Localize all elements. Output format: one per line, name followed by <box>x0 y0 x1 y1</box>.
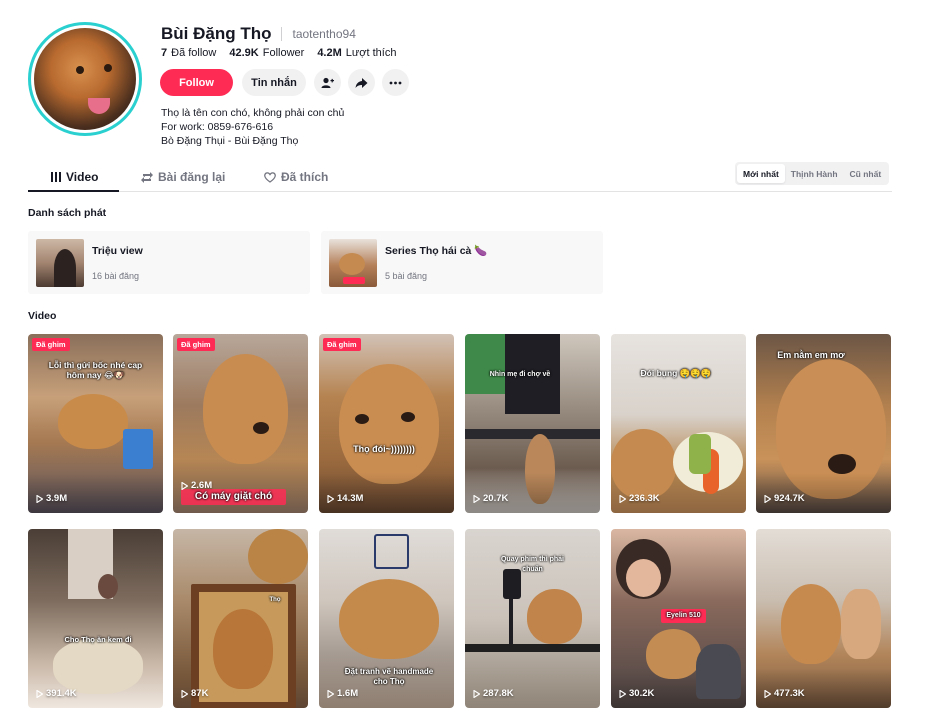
stat-following[interactable]: 7 Đã follow <box>161 47 216 59</box>
heart-outline-icon <box>264 171 276 183</box>
video-caption: Có máy giặt chó <box>194 491 273 502</box>
pinned-badge: Đã ghim <box>177 338 215 351</box>
playlists-heading: Danh sách phát <box>28 207 107 219</box>
video-caption: Nhìn mẹ đi chợ về <box>489 371 551 378</box>
play-icon <box>764 689 771 698</box>
video-card[interactable]: Thọ đói~)))))))) Đã ghim 14.3M <box>319 334 454 513</box>
play-icon <box>473 689 480 698</box>
username: taotentho94 <box>292 27 356 41</box>
playlist-thumbnail <box>36 238 84 287</box>
play-icon <box>36 689 43 698</box>
video-card[interactable]: Nhìn mẹ đi chợ về 20.7K <box>465 334 600 513</box>
view-count: 391.4K <box>36 688 77 699</box>
video-card[interactable]: Đặt tranh vẽ handmade cho Thọ 1.6M <box>319 529 454 708</box>
sort-oldest[interactable]: Cũ nhất <box>844 164 888 183</box>
bio-line: Thọ là tên con chó, không phải con chủ <box>161 107 345 119</box>
view-count: 287.8K <box>473 688 514 699</box>
avatar-image <box>34 28 136 130</box>
playlist-count: 16 bài đăng <box>92 270 140 281</box>
view-count: 20.7K <box>473 493 508 504</box>
tab-reposts[interactable]: Bài đăng lại <box>141 162 225 192</box>
message-button[interactable]: Tin nhắn <box>242 69 306 96</box>
video-caption: Lỗi thì gửi bốc nhé cap hôm nay 😂🐶 <box>48 360 143 380</box>
tab-label: Video <box>66 170 99 184</box>
pinned-badge: Đã ghim <box>323 338 361 351</box>
play-icon <box>327 494 334 503</box>
active-tab-indicator <box>28 190 119 192</box>
sort-trending[interactable]: Thịnh Hành <box>785 164 844 183</box>
video-card[interactable]: 477.3K <box>756 529 891 708</box>
video-caption: Cho Thọ ăn kem đi <box>64 635 132 644</box>
play-icon <box>36 494 43 503</box>
sort-newest[interactable]: Mới nhất <box>737 164 785 183</box>
sort-toggle: Mới nhất Thịnh Hành Cũ nhất <box>735 162 890 185</box>
pinned-badge: Đã ghim <box>32 338 70 351</box>
bio-line: Bò Đặng Thụi - Bùi Đặng Thọ <box>161 135 299 147</box>
tab-liked[interactable]: Đã thích <box>264 162 328 192</box>
video-caption: Đói bụng 🤤🤤🤤 <box>640 368 712 378</box>
play-icon <box>473 494 480 503</box>
video-card[interactable]: Có máy giặt chó Đã ghim 2.6M <box>173 334 308 513</box>
view-count: 924.7K <box>764 493 805 504</box>
video-caption: Đặt tranh vẽ handmade cho Thọ <box>344 667 434 686</box>
video-card[interactable]: Em nằm em mơ 924.7K <box>756 334 891 513</box>
view-count: 477.3K <box>764 688 805 699</box>
video-caption: Quay phim thì phải chuẩn <box>500 556 564 573</box>
add-friend-button[interactable] <box>314 69 341 96</box>
video-card[interactable]: Lỗi thì gửi bốc nhé cap hôm nay 😂🐶 Đã gh… <box>28 334 163 513</box>
play-icon <box>764 494 771 503</box>
video-caption: Em nằm em mơ <box>777 350 845 360</box>
playlist-card[interactable]: Triệu view 16 bài đăng <box>28 231 310 294</box>
view-count: 236.3K <box>619 493 660 504</box>
tab-video[interactable]: Video <box>51 162 98 192</box>
play-icon <box>327 689 334 698</box>
more-icon <box>389 81 402 84</box>
playlist-title: Series Thọ hái cà 🍆 <box>385 245 488 257</box>
playlist-count: 5 bài đăng <box>385 271 428 281</box>
stat-likes: 4.2M Lượt thích <box>317 47 397 59</box>
view-count: 87K <box>181 688 208 699</box>
repost-icon <box>141 171 153 183</box>
profile-bio: Thọ là tên con chó, không phải con chủ F… <box>161 106 344 148</box>
share-icon <box>355 77 368 88</box>
profile-stats: 7 Đã follow 42.9K Follower 4.2M Lượt thích <box>161 47 409 59</box>
more-button[interactable] <box>382 69 409 96</box>
add-user-icon <box>321 77 334 88</box>
video-card[interactable]: Quay phim thì phải chuẩn 287.8K <box>465 529 600 708</box>
video-caption: Thọ <box>269 597 281 603</box>
view-count: 3.9M <box>36 493 67 504</box>
display-name: Bùi Đặng Thọ <box>161 24 272 43</box>
play-icon <box>619 689 626 698</box>
view-count: 14.3M <box>327 493 363 504</box>
tab-label: Bài đăng lại <box>158 170 226 184</box>
playlist-card[interactable]: Series Thọ hái cà 🍆 5 bài đăng <box>321 231 603 294</box>
profile-avatar[interactable] <box>28 22 142 136</box>
play-icon <box>181 689 188 698</box>
playlist-title: Triệu view <box>92 244 143 257</box>
playlist-thumbnail <box>329 238 377 287</box>
profile-actions: Follow Tin nhắn <box>160 69 416 96</box>
video-card[interactable]: Eyelin 510 30.2K <box>611 529 746 708</box>
play-icon <box>619 494 626 503</box>
bio-line: For work: 0859-676-616 <box>161 121 274 133</box>
videos-heading: Video <box>28 310 57 322</box>
name-divider <box>281 27 283 41</box>
view-count: 2.6M <box>181 480 212 491</box>
view-count: 30.2K <box>619 688 654 699</box>
view-count: 1.6M <box>327 688 358 699</box>
video-card[interactable]: Thọ 87K <box>173 529 308 708</box>
name-row: Bùi Đặng Thọ taotentho94 <box>161 24 356 44</box>
stat-followers[interactable]: 42.9K Follower <box>229 47 304 59</box>
share-button[interactable] <box>348 69 375 96</box>
video-caption: Eyelin 510 <box>666 612 701 619</box>
video-caption: Thọ đói~)))))))) <box>353 444 415 454</box>
video-card[interactable]: Đói bụng 🤤🤤🤤 236.3K <box>611 334 746 513</box>
tab-label: Đã thích <box>281 170 329 184</box>
follow-button[interactable]: Follow <box>160 69 233 96</box>
play-icon <box>181 481 188 490</box>
video-card[interactable]: Cho Thọ ăn kem đi 391.4K <box>28 529 163 708</box>
grid-icon <box>51 172 61 182</box>
